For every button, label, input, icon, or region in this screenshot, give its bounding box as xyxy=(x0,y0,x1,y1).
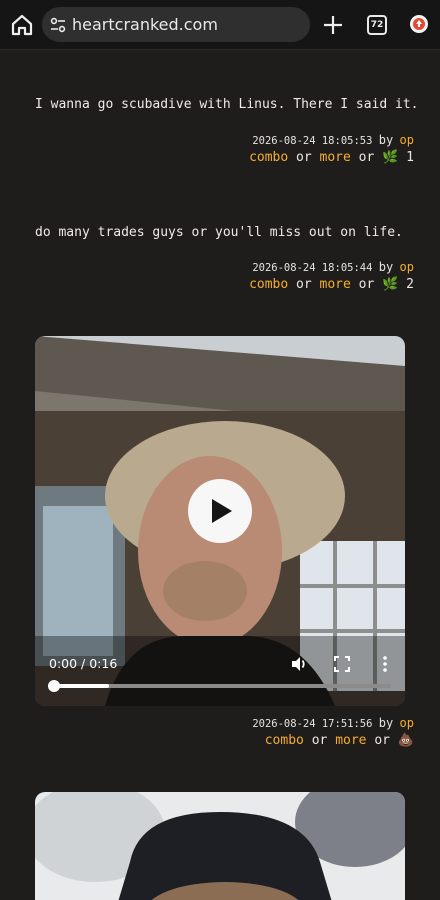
video-scrubber-handle[interactable] xyxy=(48,680,60,692)
by-label: by xyxy=(378,716,394,730)
or-separator: or xyxy=(358,277,375,292)
post-image[interactable] xyxy=(35,792,405,900)
video-player[interactable]: 0:00 / 0:16 xyxy=(35,336,405,706)
video-progress-bar[interactable] xyxy=(48,680,391,692)
poop-reaction-icon[interactable]: 💩 xyxy=(398,733,414,748)
post-meta: 2026-08-24 17:51:56 by op xyxy=(252,716,414,730)
post-meta: 2026-08-24 18:05:53 by op xyxy=(252,133,414,147)
play-button[interactable] xyxy=(188,479,252,543)
post-timestamp: 2026-08-24 18:05:44 xyxy=(252,262,373,274)
post-meta: 2026-08-24 18:05:44 by op xyxy=(252,260,414,274)
photo-hat-icon xyxy=(35,792,405,900)
or-separator: or xyxy=(296,277,312,292)
leaf-reaction-icon[interactable]: 🌿 xyxy=(382,150,398,165)
new-tab-icon[interactable] xyxy=(322,14,344,36)
combo-link[interactable]: combo xyxy=(249,277,288,292)
or-separator: or xyxy=(311,733,328,748)
site-settings-icon[interactable] xyxy=(49,16,67,34)
by-label: by xyxy=(378,133,394,147)
address-bar[interactable]: heartcranked.com xyxy=(42,7,310,42)
update-icon[interactable] xyxy=(410,15,428,33)
video-progress-fill xyxy=(53,684,109,688)
combo-link[interactable]: combo xyxy=(265,733,304,748)
combo-link[interactable]: combo xyxy=(249,150,288,165)
post-text: I wanna go scubadive with Linus. There I… xyxy=(35,97,419,112)
reaction-count: 2 xyxy=(406,277,414,292)
post-actions: combo or more or 💩 xyxy=(265,733,414,748)
leaf-reaction-icon[interactable]: 🌿 xyxy=(382,277,398,292)
or-separator: or xyxy=(374,733,390,748)
browser-toolbar: heartcranked.com 72 xyxy=(0,0,440,50)
by-label: by xyxy=(378,260,394,274)
video-time: 0:00 / 0:16 xyxy=(49,656,118,671)
url-text[interactable]: heartcranked.com xyxy=(72,15,218,34)
reaction-count: 1 xyxy=(406,150,414,165)
author-link[interactable]: op xyxy=(400,716,414,730)
post-text: do many trades guys or you'll miss out o… xyxy=(35,225,403,240)
post-actions: combo or more or 🌿 2 xyxy=(249,277,414,292)
play-icon xyxy=(212,499,232,523)
post-timestamp: 2026-08-24 18:05:53 xyxy=(252,135,373,147)
volume-icon[interactable] xyxy=(290,655,308,673)
fullscreen-icon[interactable] xyxy=(334,656,350,672)
author-link[interactable]: op xyxy=(400,133,414,147)
author-link[interactable]: op xyxy=(400,260,414,274)
more-link[interactable]: more xyxy=(320,150,351,165)
post-timestamp: 2026-08-24 17:51:56 xyxy=(252,718,373,730)
tab-switcher-icon[interactable]: 72 xyxy=(367,15,387,35)
more-link[interactable]: more xyxy=(320,277,351,292)
or-separator: or xyxy=(296,150,312,165)
post-actions: combo or more or 🌿 1 xyxy=(249,150,414,165)
or-separator: or xyxy=(358,150,375,165)
more-options-icon[interactable] xyxy=(381,655,389,673)
more-link[interactable]: more xyxy=(335,733,366,748)
home-icon[interactable] xyxy=(10,13,34,37)
